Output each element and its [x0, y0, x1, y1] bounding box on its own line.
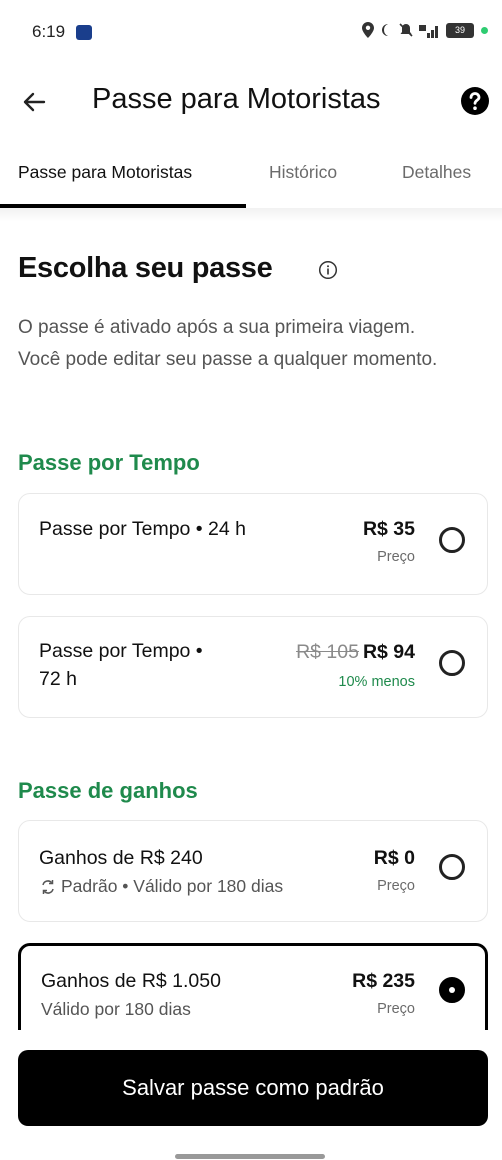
- app-header: Passe para Motoristas: [0, 70, 502, 134]
- card-caption: Preço: [377, 878, 415, 894]
- radio-button[interactable]: [439, 854, 465, 880]
- app-notification-icon: [76, 25, 92, 40]
- intro-text: O passe é ativado após a sua primeira vi…: [18, 317, 438, 370]
- moon-icon: [382, 24, 388, 36]
- card-name-line2: 72 h: [39, 668, 77, 690]
- section-heading: Escolha seu passe: [18, 252, 273, 284]
- location-icon: [362, 22, 374, 38]
- pass-card-72h[interactable]: Passe por Tempo • 72 h R$ 105 R$ 94 10% m…: [18, 616, 488, 718]
- tab-passe-para-motoristas[interactable]: Passe para Motoristas: [18, 162, 192, 183]
- page-title: Passe para Motoristas: [92, 83, 381, 115]
- signal-icon: [419, 24, 438, 38]
- group-title-ganhos: Passe de ganhos: [18, 778, 198, 803]
- card-price: R$ 35: [362, 518, 415, 540]
- card-price: R$ 105 R$ 94: [296, 641, 415, 664]
- tab-bar: Passe para Motoristas Histórico Detalhes: [0, 146, 502, 210]
- new-price: R$ 94: [362, 641, 415, 663]
- camera-indicator-icon: [481, 26, 488, 34]
- status-icons: 39: [362, 22, 488, 38]
- repeat-icon: [42, 879, 54, 894]
- card-price: R$ 0: [373, 847, 415, 869]
- card-caption: Preço: [377, 549, 415, 565]
- pass-card-ganhos-240[interactable]: Ganhos de R$ 240 Padrão • Válido por 180…: [18, 820, 488, 922]
- tab-historico[interactable]: Histórico: [269, 162, 337, 183]
- card-name: Passe por Tempo • 24 h: [39, 518, 247, 540]
- home-indicator: [175, 1154, 325, 1159]
- card-caption: Preço: [377, 1001, 415, 1017]
- tab-divider: [0, 208, 502, 222]
- radio-button-selected[interactable]: [439, 977, 465, 1003]
- card-name: Passe por Tempo •: [39, 640, 203, 662]
- info-icon[interactable]: [318, 260, 338, 280]
- status-bar: 6:19 39: [0, 0, 502, 62]
- save-default-pass-button[interactable]: Salvar passe como padrão: [18, 1050, 488, 1126]
- tab-detalhes[interactable]: Detalhes: [402, 162, 471, 183]
- group-title-tempo: Passe por Tempo: [18, 450, 200, 475]
- mute-icon: [399, 23, 413, 37]
- help-icon[interactable]: [460, 86, 490, 116]
- old-price: R$ 105: [296, 641, 359, 663]
- status-time: 6:19: [32, 22, 66, 41]
- card-subtitle-text: Padrão • Válido por 180 dias: [61, 876, 284, 896]
- card-name: Ganhos de R$ 240: [39, 847, 203, 869]
- card-subtitle: Válido por 180 dias: [41, 999, 191, 1019]
- discount-caption: 10% menos: [338, 674, 415, 690]
- radio-button[interactable]: [439, 527, 465, 553]
- radio-button[interactable]: [439, 650, 465, 676]
- card-subtitle: Padrão • Válido por 180 dias: [39, 876, 283, 897]
- card-price: R$ 235: [352, 970, 415, 992]
- battery-icon: 39: [446, 22, 474, 38]
- pass-card-24h[interactable]: Passe por Tempo • 24 h R$ 35 Preço: [18, 493, 488, 595]
- card-name: Ganhos de R$ 1.050: [41, 970, 221, 992]
- back-arrow-icon[interactable]: [18, 86, 50, 118]
- bottom-action-bar: Salvar passe como padrão: [0, 1030, 502, 1160]
